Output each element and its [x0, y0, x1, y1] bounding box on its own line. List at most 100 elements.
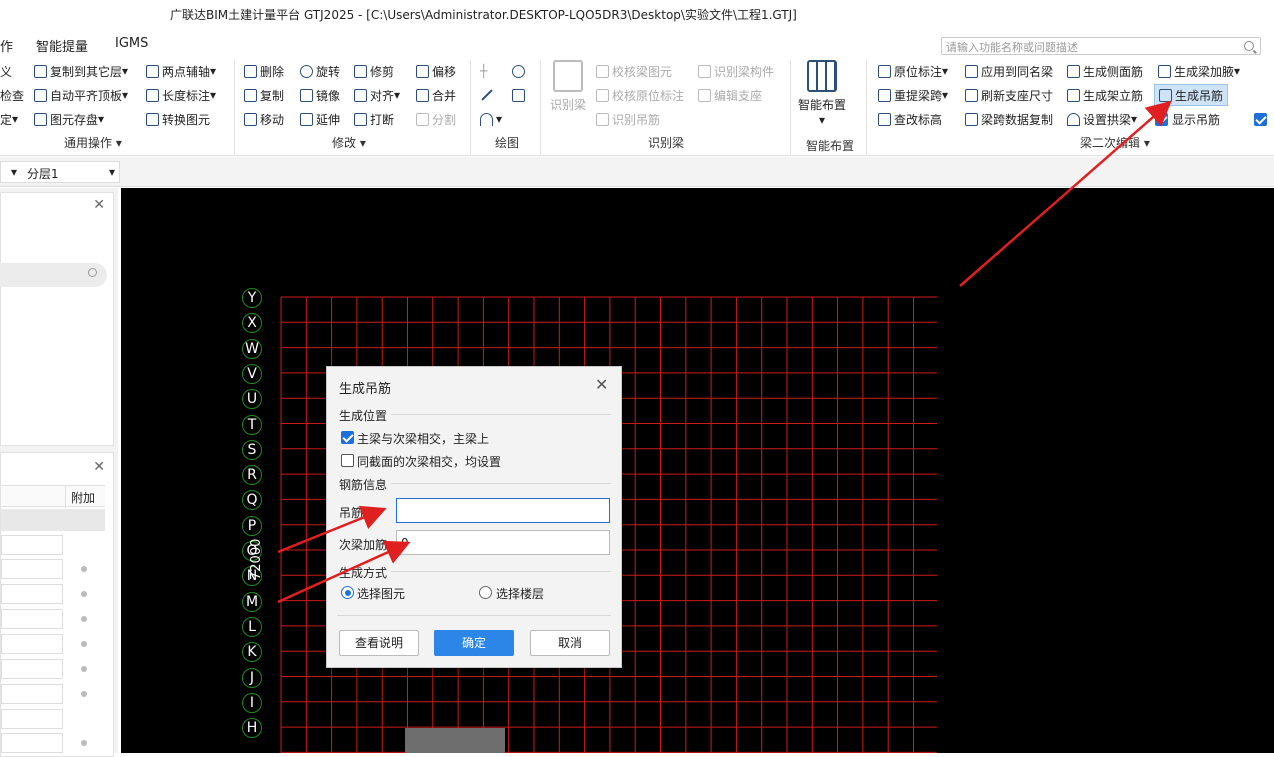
- length-dimension-button[interactable]: 长度标注 ▾: [146, 86, 216, 104]
- refresh-support-size-button[interactable]: 刷新支座尺寸: [965, 86, 1053, 104]
- mirror-button[interactable]: 镜像: [300, 86, 340, 104]
- circle-icon: [512, 64, 525, 78]
- property-dot[interactable]: [81, 641, 87, 647]
- ribbon-clipped-2[interactable]: 检查: [0, 86, 24, 104]
- check-elevation-button[interactable]: 查改标高: [878, 110, 942, 128]
- secondary-rebar-input[interactable]: 0: [396, 530, 610, 555]
- search-icon[interactable]: [1244, 41, 1254, 51]
- show-hanger-check[interactable]: [1155, 112, 1168, 126]
- trim-icon: [354, 64, 367, 78]
- property-input[interactable]: [1, 535, 63, 555]
- offset-icon: [416, 64, 429, 78]
- smart-layout-button[interactable]: 智能布置 ▾: [794, 60, 850, 127]
- check-beam-element-button[interactable]: 校核梁图元: [596, 62, 672, 80]
- convert-element-button[interactable]: 转换图元: [146, 110, 210, 128]
- rotate-button[interactable]: 旋转: [300, 62, 340, 80]
- menu-item-clipped[interactable]: 作: [0, 36, 13, 55]
- check-in-situ-label-button[interactable]: 校核原位标注: [596, 86, 684, 104]
- grid-layout-icon: [807, 60, 837, 92]
- identify-beam-button[interactable]: 识别梁: [546, 60, 590, 113]
- property-input[interactable]: [1, 733, 63, 753]
- delete-button[interactable]: 删除: [244, 62, 284, 80]
- property-row-selected[interactable]: [1, 509, 105, 531]
- arc-tool[interactable]: ▾: [480, 110, 502, 128]
- property-dot[interactable]: [81, 566, 87, 572]
- auto-align-slab-button[interactable]: 自动平齐顶板 ▾: [34, 86, 128, 104]
- generate-hanger-button[interactable]: 生成吊筋: [1154, 84, 1229, 106]
- apply-same-name-beam-button[interactable]: 应用到同名梁: [965, 62, 1053, 80]
- menu-item-smart-quantity[interactable]: 智能提量: [36, 36, 88, 55]
- select-floor-radio[interactable]: [479, 586, 492, 599]
- line-tool[interactable]: [480, 86, 494, 104]
- two-point-axis-button[interactable]: 两点辅轴 ▾: [146, 62, 216, 80]
- move-button[interactable]: 移动: [244, 110, 284, 128]
- drawing-canvas[interactable]: YXWVUTSRQPONMLKJIH 72000: [121, 188, 1274, 753]
- property-input[interactable]: [1, 559, 63, 579]
- clipped-checkbox[interactable]: [1254, 110, 1267, 128]
- offset-button[interactable]: 偏移: [416, 62, 456, 80]
- identify-beam-member-button[interactable]: 识别梁构件: [698, 62, 774, 80]
- generate-hanger-dialog: 生成吊筋 ✕ 生成位置 主梁与次梁相交，主梁上 同截面的次梁相交，均设置 钢筋信…: [326, 366, 622, 668]
- split-button[interactable]: 分割: [416, 110, 456, 128]
- circle-tool[interactable]: [512, 62, 528, 80]
- help-button[interactable]: 查看说明: [339, 630, 419, 656]
- align-icon: [354, 88, 367, 102]
- copy-span-data-button[interactable]: 梁跨数据复制: [965, 110, 1053, 128]
- same-section-checkbox[interactable]: [341, 454, 354, 467]
- extend-button[interactable]: 延伸: [300, 110, 340, 128]
- trim-button[interactable]: 修剪: [354, 62, 394, 80]
- copy-to-other-floor-button[interactable]: 复制到其它层 ▾: [34, 62, 128, 80]
- hanger-icon: [596, 112, 609, 126]
- align-button[interactable]: 对齐 ▾: [354, 86, 400, 104]
- generate-erection-bar-button[interactable]: 生成架立筋: [1067, 86, 1143, 104]
- in-situ-label-button[interactable]: 原位标注 ▾: [878, 62, 948, 80]
- hanger-input[interactable]: [396, 498, 610, 523]
- edit-support-button[interactable]: 编辑支座: [698, 86, 762, 104]
- property-dot[interactable]: [81, 691, 87, 697]
- property-input[interactable]: [1, 684, 63, 704]
- close-icon[interactable]: ✕: [93, 459, 105, 475]
- set-arch-beam-button[interactable]: 设置拱梁 ▾: [1067, 110, 1137, 128]
- ribbon-clipped-1[interactable]: 义: [0, 62, 12, 80]
- break-button[interactable]: 打断: [354, 110, 394, 128]
- save-element-button[interactable]: 图元存盘 ▾: [34, 110, 104, 128]
- re-extract-span-button[interactable]: 重提梁跨 ▾: [878, 86, 948, 104]
- search-icon[interactable]: [88, 268, 97, 277]
- generate-side-rebar-button[interactable]: 生成侧面筋: [1067, 62, 1143, 80]
- property-dot[interactable]: [81, 616, 87, 622]
- property-dot[interactable]: [81, 591, 87, 597]
- close-icon[interactable]: ✕: [595, 375, 608, 394]
- mirror-icon: [300, 88, 313, 102]
- property-input[interactable]: [1, 709, 63, 729]
- show-hanger-checkbox[interactable]: 显示吊筋: [1155, 110, 1220, 128]
- property-dot[interactable]: [81, 740, 87, 746]
- axis-label-m: M: [242, 591, 262, 612]
- main-beam-checkbox[interactable]: [341, 431, 354, 444]
- generate-haunch-button[interactable]: 生成梁加腋 ▾: [1158, 62, 1240, 80]
- ok-button[interactable]: 确定: [434, 630, 514, 656]
- support-icon: [698, 88, 711, 102]
- function-search-input[interactable]: 请输入功能名称或问题描述: [941, 37, 1261, 55]
- identify-hanger-button[interactable]: 识别吊筋: [596, 110, 660, 128]
- menu-item-igms[interactable]: IGMS: [115, 36, 148, 51]
- property-input[interactable]: [1, 584, 63, 604]
- property-input[interactable]: [1, 634, 63, 654]
- close-icon[interactable]: ✕: [93, 197, 105, 213]
- copy-button[interactable]: 复制: [244, 86, 284, 104]
- property-dot[interactable]: [81, 666, 87, 672]
- copy-span-icon: [965, 112, 978, 126]
- rect-tool[interactable]: [512, 86, 528, 104]
- property-input[interactable]: [1, 659, 63, 679]
- axis-label-t: T: [242, 414, 262, 435]
- point-tool[interactable]: ┼: [480, 62, 487, 80]
- property-input[interactable]: [1, 609, 63, 629]
- floor-selector[interactable]: ▾ 分层1 ▾: [0, 161, 120, 183]
- clipped-check[interactable]: [1254, 112, 1267, 126]
- select-element-radio[interactable]: [341, 586, 354, 599]
- rotate-icon: [300, 64, 313, 78]
- merge-button[interactable]: 合并: [416, 86, 456, 104]
- cancel-button[interactable]: 取消: [530, 630, 610, 656]
- panel-search-input[interactable]: [0, 263, 107, 287]
- ribbon-clipped-3[interactable]: 定 ▾: [0, 110, 18, 128]
- column-header-extra: 附加: [71, 491, 96, 505]
